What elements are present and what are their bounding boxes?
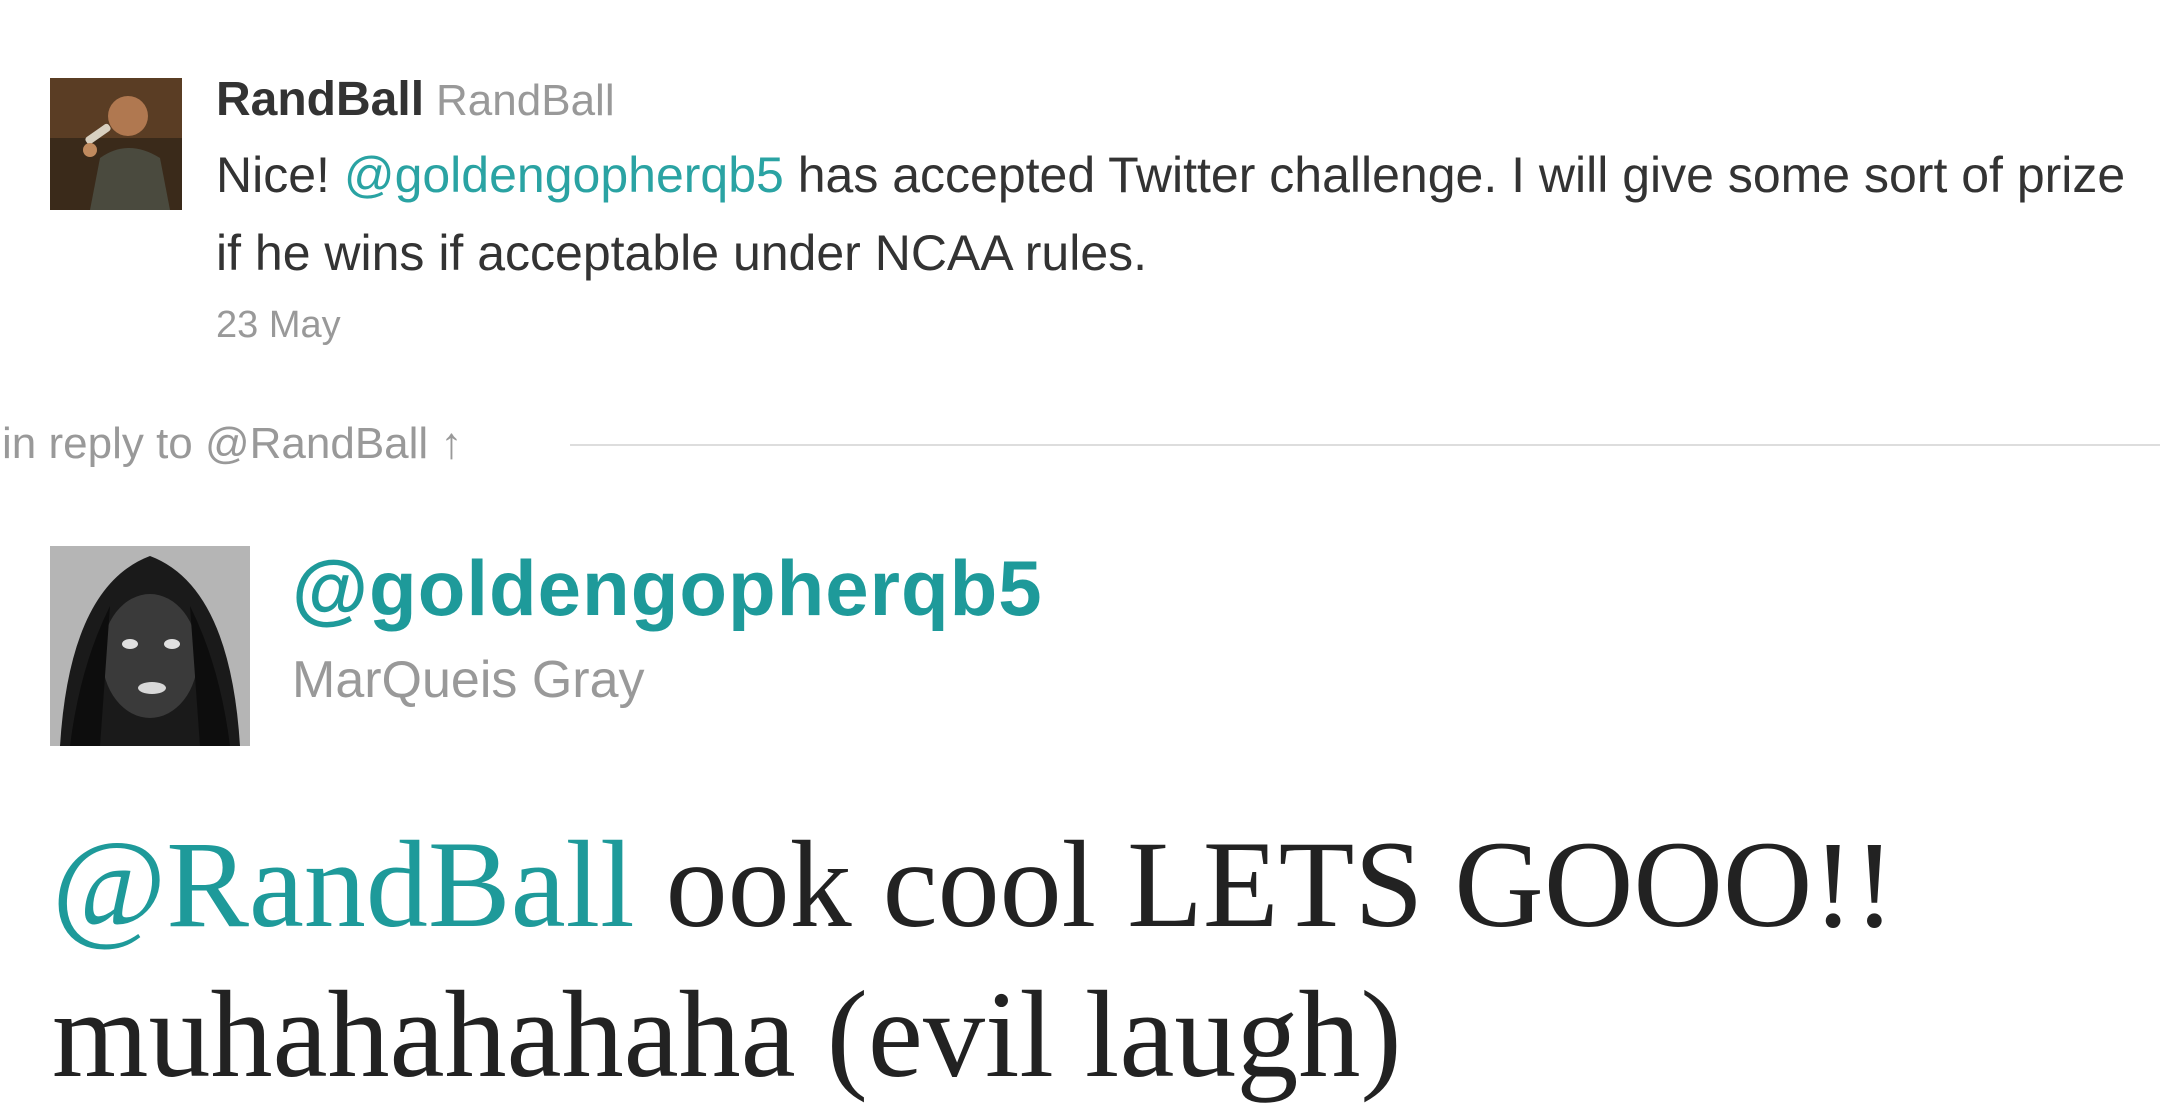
tweet-text-prefix: Nice! xyxy=(216,147,344,203)
tweet-header: RandBall RandBall xyxy=(216,68,615,133)
up-arrow-icon: ↑ xyxy=(440,419,463,468)
mention-link[interactable]: @goldengopherqb5 xyxy=(344,147,784,203)
mention-link[interactable]: @RandBall xyxy=(52,816,635,953)
reply-tweet-text: @RandBall ook cool LETS GOOO!! muhahahah… xyxy=(52,810,2132,1110)
in-reply-to-link[interactable]: in reply to @RandBall ↑ xyxy=(2,414,462,474)
profile-photo-icon xyxy=(50,546,250,746)
reply-full-name: MarQueis Gray xyxy=(292,651,645,709)
divider-line xyxy=(570,444,2160,446)
avatar-goldengopherqb5[interactable] xyxy=(50,546,250,746)
tweet-timestamp[interactable]: 23 May xyxy=(216,300,341,350)
in-reply-to-label: in reply to @RandBall xyxy=(2,419,429,468)
in-reply-to-row: in reply to @RandBall ↑ xyxy=(0,414,2160,474)
avatar-randball[interactable] xyxy=(50,78,182,210)
screen-name[interactable]: RandBall xyxy=(216,73,424,126)
tweet-text: Nice! @goldengopherqb5 has accepted Twit… xyxy=(216,136,2146,292)
full-name: RandBall xyxy=(436,76,615,125)
reply-handle[interactable]: @goldengopherqb5 xyxy=(292,540,1043,636)
profile-photo-icon xyxy=(50,78,182,210)
